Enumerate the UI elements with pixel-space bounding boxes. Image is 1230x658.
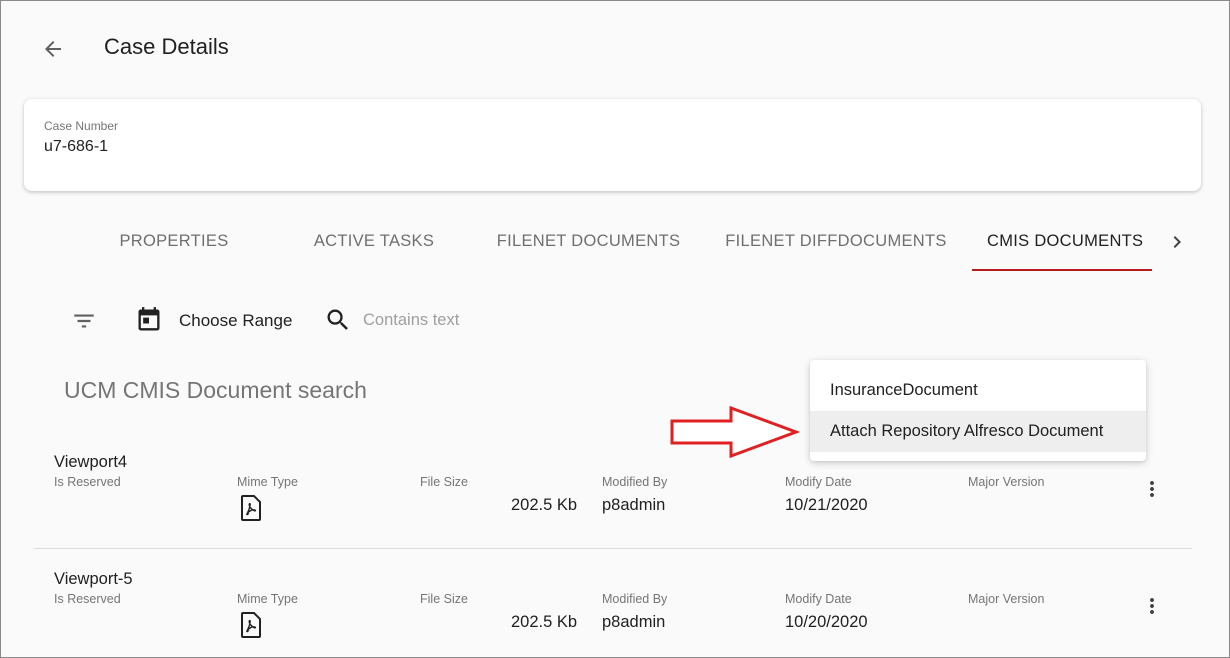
active-tab-indicator: [972, 269, 1152, 271]
more-vert-icon: [1150, 598, 1154, 614]
arrow-back-icon: [45, 41, 61, 57]
annotation-arrow-icon: [670, 405, 801, 459]
tab-bar: PROPERTIES ACTIVE TASKS FILENET DOCUMENT…: [81, 213, 1153, 271]
modified-by-label: Modified By: [602, 592, 668, 606]
more-vert-icon: [1150, 481, 1154, 497]
pdf-icon: [241, 612, 261, 638]
menu-item-attach-repository-alfresco-document[interactable]: Attach Repository Alfresco Document: [810, 411, 1146, 452]
chevron-right-icon: [1173, 236, 1181, 248]
modified-by-value: p8admin: [602, 613, 666, 631]
pdf-icon: [241, 495, 261, 521]
tab-active-tasks[interactable]: ACTIVE TASKS: [281, 213, 467, 269]
case-number-card: Case Number u7-686-1: [24, 99, 1201, 191]
app-window: Case Details Case Number u7-686-1 PROPER…: [0, 0, 1230, 658]
section-title: UCM CMIS Document search: [64, 377, 367, 403]
case-number-value: u7-686-1: [44, 138, 109, 155]
major-version-label: Major Version: [968, 592, 1045, 606]
tab-properties[interactable]: PROPERTIES: [81, 213, 267, 269]
tab-cmis-documents[interactable]: CMIS DOCUMENTS: [972, 213, 1153, 269]
filter-button[interactable]: [67, 304, 101, 338]
choose-range-label[interactable]: Choose Range: [179, 311, 292, 331]
modify-date-label: Modify Date: [785, 475, 852, 489]
mime-type-label: Mime Type: [237, 475, 298, 489]
is-reserved-label: Is Reserved: [54, 592, 121, 606]
back-button[interactable]: [33, 31, 73, 67]
mime-type-label: Mime Type: [237, 592, 298, 606]
more-options-button[interactable]: [1138, 592, 1166, 620]
case-number-label: Case Number: [44, 119, 119, 133]
tab-filenet-documents[interactable]: FILENET DOCUMENTS: [481, 213, 696, 269]
modify-date-value: 10/21/2020: [785, 496, 868, 514]
calendar-icon: [138, 307, 160, 331]
modify-date-value: 10/20/2020: [785, 613, 868, 631]
filter-list-icon: [74, 314, 94, 328]
page-title: Case Details: [104, 34, 229, 59]
calendar-button[interactable]: [132, 303, 166, 337]
search-icon: [321, 303, 355, 337]
modified-by-label: Modified By: [602, 475, 668, 489]
is-reserved-label: Is Reserved: [54, 475, 121, 489]
search-input[interactable]: [361, 306, 625, 334]
tab-filenet-diffdocuments[interactable]: FILENET DIFFDOCUMENTS: [709, 213, 963, 269]
major-version-label: Major Version: [968, 475, 1045, 489]
document-name[interactable]: Viewport4: [54, 453, 127, 472]
document-type-menu: InsuranceDocument Attach Repository Alfr…: [810, 360, 1146, 461]
file-size-value: 202.5 Kb: [511, 496, 578, 514]
document-row[interactable]: Viewport-5 Is Reserved Mime Type File Si…: [34, 548, 1192, 657]
file-size-value: 202.5 Kb: [511, 613, 578, 631]
document-name[interactable]: Viewport-5: [54, 570, 133, 589]
file-size-label: File Size: [420, 592, 468, 606]
file-size-label: File Size: [420, 475, 468, 489]
modified-by-value: p8admin: [602, 496, 666, 514]
tab-scroll-next-button[interactable]: [1164, 229, 1190, 255]
modify-date-label: Modify Date: [785, 592, 852, 606]
menu-item-insurance-document[interactable]: InsuranceDocument: [810, 370, 1146, 411]
more-options-button[interactable]: [1138, 475, 1166, 503]
